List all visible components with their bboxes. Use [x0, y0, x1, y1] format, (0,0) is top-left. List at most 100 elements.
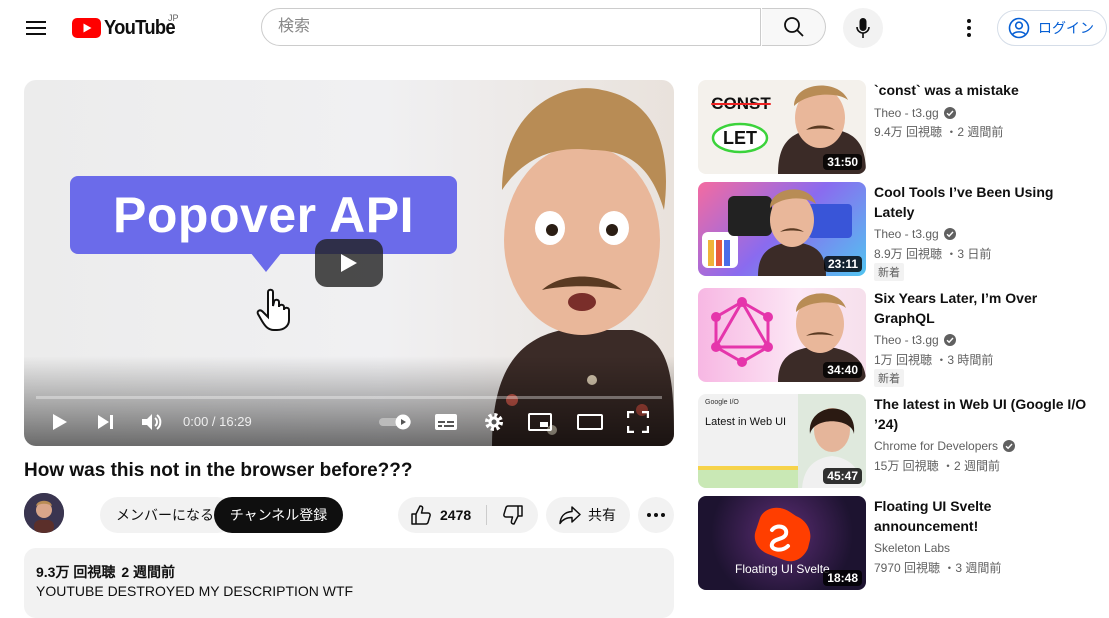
- video-duration: 31:50: [823, 154, 862, 170]
- hand-pointer-icon: [256, 288, 294, 337]
- youtube-logo[interactable]: YouTube: [72, 15, 181, 41]
- thumb-text-let: LET: [723, 128, 757, 148]
- youtube-play-logo-icon: [72, 18, 101, 38]
- voice-search-button[interactable]: [843, 8, 883, 48]
- video-player[interactable]: Popover API 0:00 / 16:29: [24, 80, 674, 446]
- time-display: 0:00 / 16:29: [183, 414, 252, 429]
- publish-date: 2 週間前: [121, 564, 176, 580]
- description-box[interactable]: 9.3万 回視聴 2 週間前 YOUTUBE DESTROYED MY DESCR…: [24, 548, 674, 618]
- video-title: How was this not in the browser before??…: [24, 460, 413, 481]
- miniplayer-button[interactable]: [526, 408, 554, 436]
- search-icon: [783, 17, 804, 37]
- related-stats: 15万 回視聴 ・2 週間前: [874, 459, 1001, 473]
- related-title[interactable]: Cool Tools I’ve Been Using Lately: [874, 182, 1089, 222]
- play-button[interactable]: [46, 408, 74, 436]
- video-duration: 18:48: [823, 570, 862, 586]
- related-stats: 1万 回視聴 ・3 時間前: [874, 353, 994, 367]
- volume-icon: [142, 414, 162, 430]
- region-code: JP: [168, 13, 179, 23]
- vertical-dots-icon: [967, 19, 971, 37]
- video-duration: 34:40: [823, 362, 862, 378]
- volume-button[interactable]: [138, 408, 166, 436]
- masthead: YouTube JP ログイン: [0, 0, 1109, 56]
- related-channel[interactable]: Theo - t3.gg: [874, 106, 956, 120]
- thumb-text-web-ui: Latest in Web UI: [705, 416, 787, 428]
- dislike-button[interactable]: [487, 497, 538, 533]
- related-stats: 7970 回視聴 ・3 週間前: [874, 561, 1002, 575]
- related-thumbnail[interactable]: CONST LET 31:50: [698, 80, 866, 174]
- subscribe-button[interactable]: チャンネル登録: [214, 497, 343, 533]
- verified-check-icon: [943, 107, 956, 119]
- related-video-item[interactable]: Google I/O Latest in Web UI 45:47 The la…: [698, 394, 1098, 490]
- thumb-text-const: CONST: [711, 94, 771, 113]
- captions-icon: [435, 414, 457, 430]
- search-input[interactable]: [261, 8, 761, 46]
- share-icon: [559, 506, 581, 525]
- settings-more-button[interactable]: [953, 12, 985, 44]
- related-thumbnail[interactable]: Floating UI Svelte 18:48: [698, 496, 866, 590]
- login-label: ログイン: [1038, 20, 1094, 36]
- related-video-item[interactable]: 34:40 Six Years Later, I’m Over GraphQL …: [698, 288, 1098, 387]
- channel-name: Skeleton Labs: [874, 541, 951, 555]
- related-title[interactable]: Six Years Later, I’m Over GraphQL: [874, 288, 1089, 328]
- account-circle-icon: [1008, 17, 1030, 39]
- thumb-text-floating-ui: Floating UI Svelte: [735, 562, 830, 576]
- view-count: 9.3万 回視聴: [36, 564, 116, 580]
- thumb-text-google-io: Google I/O: [705, 399, 739, 406]
- new-badge: 新着: [874, 369, 904, 387]
- like-button[interactable]: 2478: [398, 497, 486, 533]
- related-video-item[interactable]: CONST LET 31:50 `const` was a mistake Th…: [698, 80, 1098, 176]
- channel-avatar[interactable]: [24, 493, 64, 533]
- thumbnail-speech-bubble: Popover API: [70, 176, 457, 254]
- menu-icon[interactable]: [20, 12, 52, 44]
- play-icon: [341, 254, 357, 272]
- thumbnail-text: Popover API: [113, 187, 414, 243]
- like-count: 2478: [440, 507, 472, 523]
- share-button[interactable]: 共有: [546, 497, 630, 533]
- channel-name: Theo - t3.gg: [874, 333, 939, 347]
- large-play-button[interactable]: [315, 239, 383, 287]
- subscribe-label: チャンネル登録: [229, 507, 328, 523]
- related-video-item[interactable]: 23:11 Cool Tools I’ve Been Using Lately …: [698, 182, 1098, 281]
- thumbs-down-icon: [502, 505, 523, 525]
- search-button[interactable]: [762, 8, 826, 46]
- channel-name: Theo - t3.gg: [874, 227, 939, 241]
- miniplayer-icon: [528, 413, 552, 431]
- related-channel[interactable]: Theo - t3.gg: [874, 227, 956, 241]
- skip-next-icon: [98, 415, 113, 429]
- autoplay-toggle[interactable]: [378, 408, 414, 436]
- microphone-icon: [856, 18, 870, 38]
- next-button[interactable]: [92, 408, 120, 436]
- subtitles-button[interactable]: [432, 408, 460, 436]
- fullscreen-icon: [627, 411, 649, 433]
- related-thumbnail[interactable]: 23:11: [698, 182, 866, 276]
- related-title[interactable]: The latest in Web UI (Google I/O ’24): [874, 394, 1089, 434]
- more-actions-button[interactable]: [638, 497, 674, 533]
- speech-bubble-tail: [250, 252, 282, 272]
- related-title[interactable]: `const` was a mistake: [874, 80, 1089, 100]
- video-duration: 23:11: [823, 256, 862, 272]
- logo-text: YouTube: [104, 16, 176, 39]
- related-channel[interactable]: Skeleton Labs: [874, 541, 950, 555]
- channel-name: Chrome for Developers: [874, 439, 999, 453]
- like-dislike-group: 2478: [398, 497, 538, 533]
- horizontal-dots-icon: [647, 513, 665, 517]
- share-label: 共有: [588, 507, 616, 523]
- related-channel[interactable]: Chrome for Developers: [874, 439, 1016, 453]
- autoplay-toggle-icon: [379, 414, 411, 430]
- related-title[interactable]: Floating UI Svelte announcement!: [874, 496, 1089, 536]
- login-button[interactable]: ログイン: [997, 10, 1107, 46]
- theater-mode-button[interactable]: [576, 408, 604, 436]
- theater-mode-icon: [577, 414, 603, 430]
- verified-check-icon: [943, 334, 956, 346]
- related-channel[interactable]: Theo - t3.gg: [874, 333, 956, 347]
- progress-bar[interactable]: [36, 396, 662, 399]
- related-thumbnail[interactable]: 34:40: [698, 288, 866, 382]
- settings-button[interactable]: [480, 408, 508, 436]
- gear-icon: [485, 413, 503, 431]
- related-thumbnail[interactable]: Google I/O Latest in Web UI 45:47: [698, 394, 866, 488]
- related-video-item[interactable]: Floating UI Svelte 18:48 Floating UI Sve…: [698, 496, 1098, 592]
- video-duration: 45:47: [823, 468, 862, 484]
- channel-name: Theo - t3.gg: [874, 106, 939, 120]
- fullscreen-button[interactable]: [624, 408, 652, 436]
